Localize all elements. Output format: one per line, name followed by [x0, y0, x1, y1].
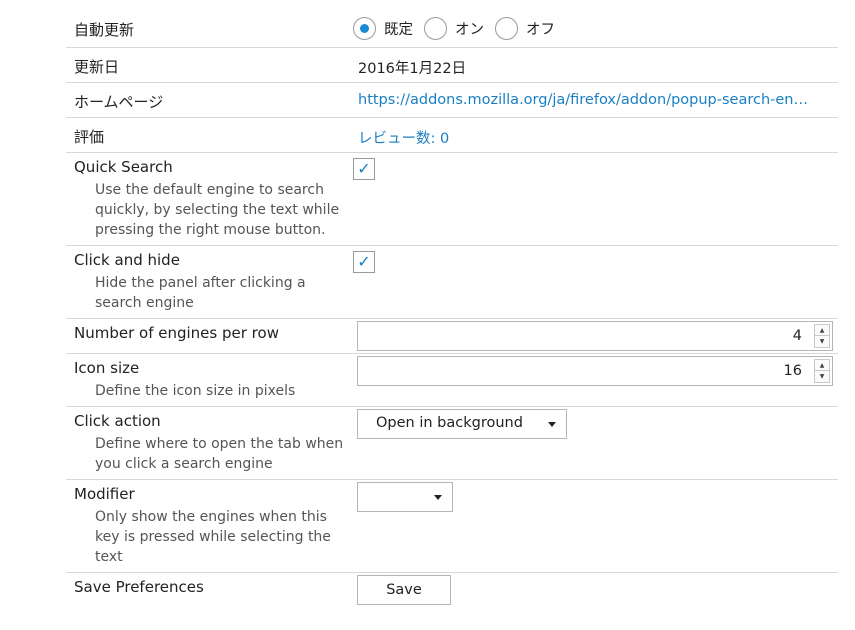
radio-default-label[interactable]: 既定 [384, 18, 413, 39]
icon-size-spinner[interactable]: ▲ ▼ [814, 359, 830, 383]
engines-per-row-value[interactable]: 4 [793, 328, 802, 344]
rating-row: 評価 レビュー数: 0 [66, 118, 838, 153]
spin-up-icon[interactable]: ▲ [815, 360, 829, 371]
modifier-label: Modifier [74, 485, 135, 503]
chevron-down-icon[interactable] [434, 495, 442, 500]
click-action-label: Click action [74, 412, 161, 430]
homepage-link[interactable]: https://addons.mozilla.org/ja/firefox/ad… [358, 92, 808, 108]
quick-search-checkbox[interactable]: ✓ [353, 158, 375, 180]
click-action-row: Click action Define where to open the ta… [66, 407, 838, 480]
radio-on-label[interactable]: オン [455, 18, 484, 39]
auto-update-label: 自動更新 [74, 21, 135, 39]
radio-off-label[interactable]: オフ [526, 18, 555, 39]
reviews-link[interactable]: レビュー数: 0 [358, 127, 449, 148]
click-hide-description: Hide the panel after clicking a search e… [95, 275, 306, 311]
engines-per-row-input[interactable]: 4 ▲ ▼ [357, 321, 833, 351]
chevron-down-icon[interactable] [548, 422, 556, 427]
updated-row: 更新日 2016年1月22日 [66, 48, 838, 83]
icon-size-label: Icon size [74, 359, 140, 377]
click-hide-checkbox[interactable]: ✓ [353, 251, 375, 273]
save-prefs-label: Save Preferences [74, 578, 204, 596]
auto-update-row: 自動更新 既定 オン オフ [66, 8, 838, 48]
click-action-selected[interactable]: Open in background [376, 415, 523, 431]
icon-size-description: Define the icon size in pixels [95, 383, 296, 399]
radio-default-circle[interactable] [353, 17, 376, 40]
engines-per-row-row: Number of engines per row 4 ▲ ▼ [66, 319, 838, 354]
radio-off-circle[interactable] [495, 17, 518, 40]
updated-value: 2016年1月22日 [358, 61, 467, 77]
modifier-row: Modifier Only show the engines when this… [66, 480, 838, 573]
auto-update-radio-group: 既定 オン オフ [353, 17, 566, 40]
icon-size-input[interactable]: 16 ▲ ▼ [357, 356, 833, 386]
homepage-label: ホームページ [74, 93, 164, 111]
radio-default[interactable]: 既定 [353, 17, 413, 40]
modifier-select[interactable] [357, 482, 453, 512]
homepage-row: ホームページ https://addons.mozilla.org/ja/fir… [66, 83, 838, 118]
modifier-description: Only show the engines when this key is p… [95, 509, 331, 565]
spin-up-icon[interactable]: ▲ [815, 325, 829, 336]
spin-down-icon[interactable]: ▼ [815, 336, 829, 347]
addon-details-panel: 自動更新 既定 オン オフ 更新日 2016年1月22日 ホームページ http… [66, 8, 838, 613]
spin-down-icon[interactable]: ▼ [815, 371, 829, 382]
save-button[interactable]: Save [357, 575, 451, 605]
quick-search-row: Quick Search Use the default engine to s… [66, 153, 838, 246]
radio-on[interactable]: オン [424, 17, 484, 40]
checkmark-icon: ✓ [357, 159, 371, 178]
save-prefs-row: Save Preferences Save [66, 573, 838, 613]
quick-search-label: Quick Search [74, 158, 173, 176]
click-action-select[interactable]: Open in background [357, 409, 567, 439]
click-action-description: Define where to open the tab when you cl… [95, 436, 344, 472]
engines-per-row-label: Number of engines per row [74, 324, 279, 342]
engines-per-row-spinner[interactable]: ▲ ▼ [814, 324, 830, 348]
icon-size-value[interactable]: 16 [784, 363, 802, 379]
radio-off[interactable]: オフ [495, 17, 555, 40]
icon-size-row: Icon size Define the icon size in pixels… [66, 354, 838, 407]
updated-label: 更新日 [74, 58, 120, 76]
click-hide-label: Click and hide [74, 251, 180, 269]
checkmark-icon: ✓ [357, 252, 371, 271]
radio-on-circle[interactable] [424, 17, 447, 40]
rating-label: 評価 [74, 128, 105, 146]
click-hide-row: Click and hide Hide the panel after clic… [66, 246, 838, 319]
quick-search-description: Use the default engine to search quickly… [95, 182, 340, 238]
